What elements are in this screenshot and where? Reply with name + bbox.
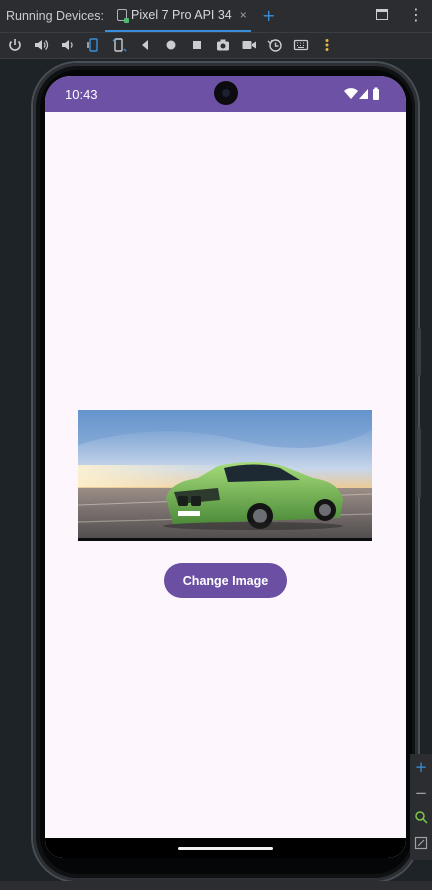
zoom-controls: + − [410,754,432,860]
device-tab[interactable]: Pixel 7 Pro API 34 × [105,0,251,32]
front-camera [214,81,238,105]
tool-window-tabbar: Running Devices: Pixel 7 Pro API 34 × + … [0,0,432,33]
status-time: 10:43 [65,87,98,102]
status-bar: 10:43 [45,76,406,112]
device-icon [117,9,129,23]
close-icon[interactable]: × [240,8,247,22]
car-image [78,410,372,541]
volume-up-icon[interactable] [33,37,49,53]
zoom-out-icon[interactable]: − [414,784,428,802]
system-icons [343,87,383,104]
volume-down-icon[interactable] [59,37,75,53]
volume-button [417,428,421,498]
keyboard-icon[interactable] [293,37,309,53]
battery-icon [373,87,379,100]
rotate-right-icon[interactable] [111,37,127,53]
back-icon[interactable] [137,37,153,53]
overview-icon[interactable] [189,37,205,53]
screen-record-icon[interactable] [241,37,257,53]
running-devices-label: Running Devices: [6,9,104,23]
fit-screen-icon[interactable] [414,836,428,854]
power-button [417,328,421,376]
bottom-strip [0,881,432,890]
device-toolbar [0,33,432,59]
home-gesture-handle[interactable] [178,847,273,850]
more-icon[interactable] [319,37,335,53]
rotate-left-icon[interactable] [85,37,101,53]
device-screen[interactable]: 10:43 Change Image [45,76,406,858]
gesture-navbar [45,838,406,858]
window-options-icon[interactable] [376,9,388,20]
wifi-icon [344,88,358,99]
home-icon[interactable] [163,37,179,53]
power-icon[interactable] [7,37,23,53]
device-tab-label: Pixel 7 Pro API 34 [131,8,232,22]
zoom-in-icon[interactable]: + [414,758,428,776]
snapshot-icon[interactable] [267,37,283,53]
change-image-button[interactable]: Change Image [164,563,287,598]
more-options-icon[interactable]: ⋮ [408,4,424,26]
screenshot-icon[interactable] [215,37,231,53]
zoom-actual-size-icon[interactable] [414,810,428,828]
add-tab-icon[interactable]: + [262,6,275,25]
signal-icon [359,89,368,99]
